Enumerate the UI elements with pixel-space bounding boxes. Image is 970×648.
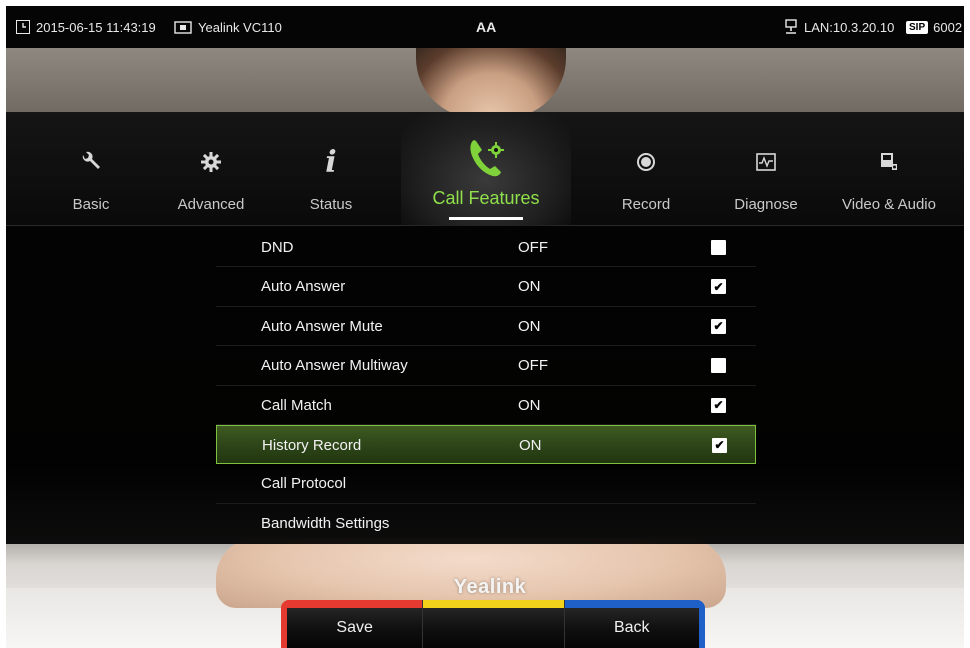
row-auto-answer[interactable]: Auto Answer ON ✔ <box>216 267 756 307</box>
row-label: Auto Answer Mute <box>261 317 383 335</box>
dnd-checkbox[interactable] <box>711 240 726 255</box>
history-record-checkbox[interactable]: ✔ <box>712 437 727 453</box>
row-value: ON <box>518 278 541 296</box>
checkmark-icon: ✔ <box>713 319 724 334</box>
checkmark-icon: ✔ <box>713 279 724 294</box>
blue-key-stripe <box>564 600 699 608</box>
tab-label: Basic <box>72 196 110 213</box>
red-key-stripe <box>287 600 423 608</box>
back-button[interactable]: Back <box>563 600 705 648</box>
tab-label: Diagnose <box>734 196 798 213</box>
tab-label: Video & Audio <box>842 196 936 213</box>
tab-label: Status <box>309 196 353 213</box>
wrench-icon <box>79 142 103 182</box>
settings-list: DND OFF Auto Answer ON ✔ Auto Answer Mut… <box>216 228 756 543</box>
row-label: DND <box>261 239 294 256</box>
tab-advanced[interactable]: Advanced <box>146 112 276 226</box>
checkmark-icon: ✔ <box>714 438 725 453</box>
yellow-key-stripe <box>423 600 564 608</box>
tab-call-features[interactable]: Call Features <box>401 112 571 226</box>
auto-answer-mute-checkbox[interactable]: ✔ <box>711 318 726 334</box>
call-match-checkbox[interactable]: ✔ <box>711 397 726 413</box>
row-value: OFF <box>518 357 548 375</box>
tab-label: Advanced <box>177 196 245 213</box>
video-person-head <box>416 48 566 118</box>
checkmark-icon: ✔ <box>713 398 724 413</box>
waveform-icon <box>756 142 776 182</box>
row-label: Bandwidth Settings <box>261 514 390 532</box>
status-bar: 2015-06-15 11:43:19 Yealink VC110 AA LAN… <box>6 6 964 48</box>
clock-icon <box>16 20 30 34</box>
tab-diagnose[interactable]: Diagnose <box>701 112 831 226</box>
active-tab-indicator <box>449 217 523 220</box>
device-name: Yealink VC110 <box>198 19 282 35</box>
tab-label: Call Features <box>432 188 540 208</box>
row-label: Auto Answer Multiway <box>261 357 408 375</box>
row-auto-answer-mute[interactable]: Auto Answer Mute ON ✔ <box>216 307 756 347</box>
tab-bar: Basic Advanced i Status Call Features Re… <box>6 112 964 226</box>
lan-address: LAN:10.3.20.10 <box>804 19 895 35</box>
row-call-match[interactable]: Call Match ON ✔ <box>216 386 756 425</box>
softkey-bar: Save Back <box>281 600 705 648</box>
font-size-indicator: AA <box>476 19 497 35</box>
row-auto-answer-multiway[interactable]: Auto Answer Multiway OFF <box>216 346 756 386</box>
row-label: Call Protocol <box>261 475 347 493</box>
sip-account-display: SIP 6002 <box>906 6 962 48</box>
device-display: Yealink VC110 <box>174 6 282 48</box>
row-value: ON <box>519 436 542 454</box>
phone-gear-icon <box>464 134 508 182</box>
row-bandwidth-settings[interactable]: Bandwidth Settings <box>216 504 756 543</box>
back-label: Back <box>613 619 650 636</box>
record-icon <box>636 142 656 182</box>
network-display: LAN:10.3.20.10 <box>784 6 894 48</box>
row-value: OFF <box>518 239 548 256</box>
datetime-display: 2015-06-15 11:43:19 <box>16 6 156 48</box>
tab-status[interactable]: i Status <box>266 112 396 226</box>
tab-label: Record <box>621 196 671 213</box>
sip-icon: SIP <box>906 20 929 34</box>
gear-icon <box>200 142 222 182</box>
yealink-logo: Yealink <box>453 576 527 598</box>
auto-answer-multiway-checkbox[interactable] <box>711 358 726 374</box>
sip-account: 6002 <box>933 19 963 35</box>
settings-menu: Basic Advanced i Status Call Features Re… <box>6 112 964 544</box>
tab-video-audio[interactable]: Video & Audio <box>824 112 954 226</box>
row-label: History Record <box>262 436 362 454</box>
monitor-icon <box>174 20 192 34</box>
row-value: ON <box>518 317 541 335</box>
tab-basic[interactable]: Basic <box>26 112 156 226</box>
row-value: ON <box>518 396 541 414</box>
auto-answer-checkbox[interactable]: ✔ <box>711 279 726 295</box>
video-audio-icon <box>879 142 899 182</box>
middle-softkey[interactable] <box>422 600 564 648</box>
tab-record[interactable]: Record <box>581 112 711 226</box>
save-button[interactable]: Save <box>281 600 423 648</box>
row-dnd[interactable]: DND OFF <box>216 228 756 268</box>
save-label: Save <box>336 619 373 636</box>
row-label: Call Match <box>261 396 332 414</box>
row-label: Auto Answer <box>261 278 346 296</box>
datetime-text: 2015-06-15 11:43:19 <box>36 19 156 35</box>
row-call-protocol[interactable]: Call Protocol <box>216 464 756 504</box>
row-history-record[interactable]: History Record ON ✔ <box>216 424 756 465</box>
info-icon: i <box>325 144 337 180</box>
network-icon <box>784 19 798 35</box>
